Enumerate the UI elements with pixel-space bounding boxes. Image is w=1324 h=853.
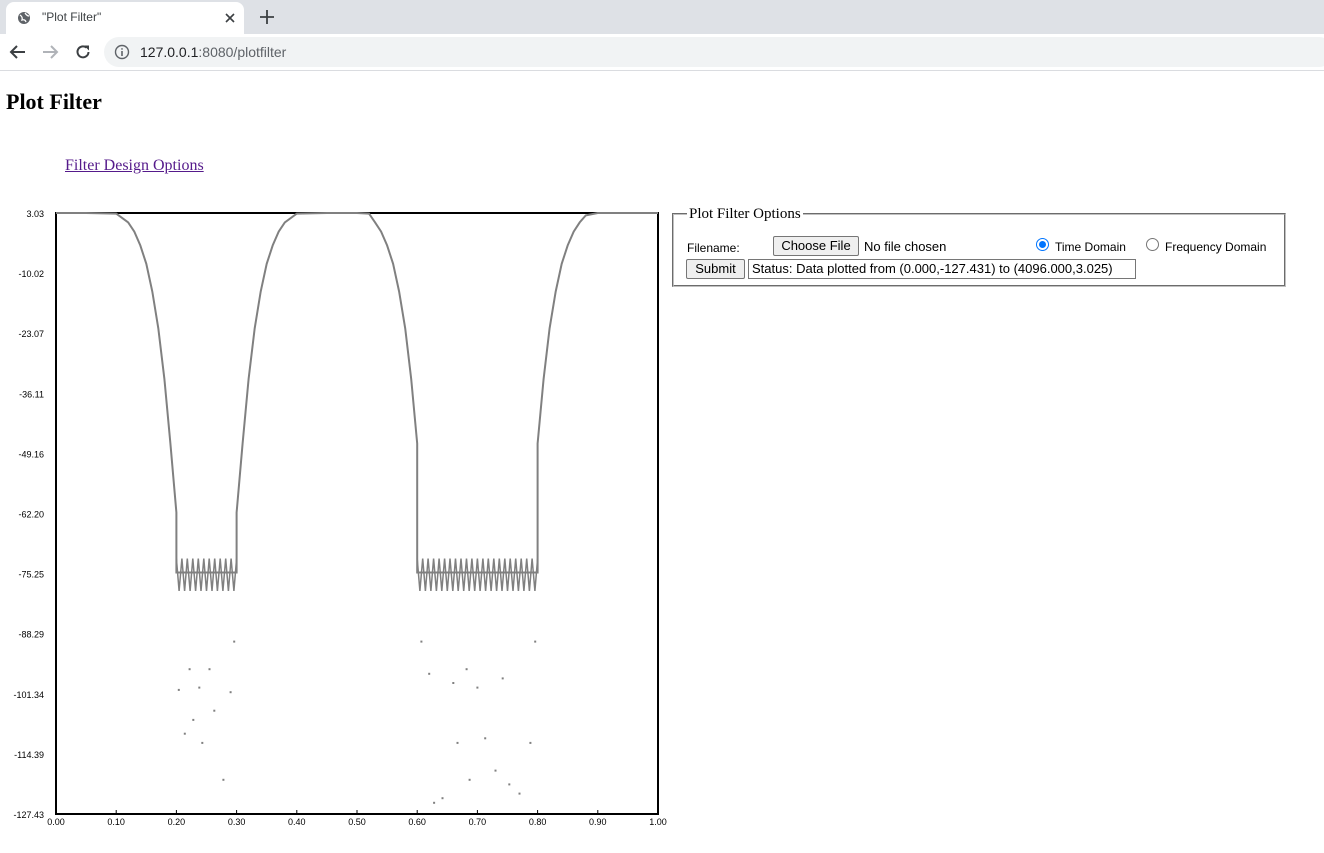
page-title: Plot Filter bbox=[6, 89, 102, 114]
stopband-point bbox=[177, 688, 180, 691]
no-file-text: No file chosen bbox=[864, 239, 947, 254]
browser-toolbar: 127.0.0.1:8080/plotfilter bbox=[0, 34, 1324, 71]
stopband-point bbox=[484, 737, 487, 740]
x-tick-label: 0.60 bbox=[408, 817, 426, 827]
stopband-point bbox=[201, 741, 204, 744]
new-tab-icon[interactable] bbox=[258, 8, 276, 26]
back-arrow-icon[interactable] bbox=[9, 43, 27, 61]
stopband-point bbox=[452, 682, 455, 684]
tab-strip: "Plot Filter" bbox=[0, 0, 1324, 34]
time-domain-label: Time Domain bbox=[1055, 240, 1126, 254]
stopband-point bbox=[508, 783, 511, 786]
filename-label: Filename: bbox=[687, 241, 740, 255]
stopband-point bbox=[468, 778, 471, 781]
url-path: :8080/plotfilter bbox=[198, 44, 287, 60]
y-tick-label: -127.43 bbox=[13, 810, 44, 820]
x-tick-label: 1.00 bbox=[649, 817, 667, 827]
stopband-point bbox=[465, 668, 468, 671]
stopband-point bbox=[229, 691, 232, 694]
stopband-point bbox=[433, 801, 436, 804]
frequency-domain-label: Frequency Domain bbox=[1165, 240, 1267, 254]
y-tick-label: -101.34 bbox=[13, 690, 44, 700]
stopband-point bbox=[233, 640, 236, 643]
x-tick-label: 0.90 bbox=[589, 817, 607, 827]
time-domain-radio[interactable] bbox=[1036, 238, 1049, 251]
stopband-point bbox=[198, 686, 201, 689]
globe-icon bbox=[18, 12, 30, 24]
stopband-point bbox=[518, 792, 521, 795]
address-bar[interactable]: 127.0.0.1:8080/plotfilter bbox=[104, 37, 1324, 67]
stopband-point bbox=[213, 709, 216, 712]
stopband-point bbox=[222, 778, 225, 781]
filter-plot: 3.03 -10.02 -23.07 -36.11 -49.16 -62.20 -75.25… bbox=[13, 209, 667, 827]
y-tick-label: -88.29 bbox=[18, 630, 44, 640]
y-tick-label: 3.03 bbox=[26, 209, 44, 219]
url-host: 127.0.0.1 bbox=[140, 44, 199, 60]
x-tick-label: 0.50 bbox=[348, 817, 366, 827]
stopband-point bbox=[534, 640, 537, 643]
stopband-point bbox=[494, 769, 497, 772]
x-tick-label: 0.30 bbox=[228, 817, 246, 827]
y-tick-label: -62.20 bbox=[18, 510, 44, 520]
status-field: Status: Data plotted from (0.000,-127.43… bbox=[748, 259, 1136, 279]
y-tick-label: -23.07 bbox=[18, 329, 44, 339]
frequency-domain-radio[interactable] bbox=[1146, 238, 1159, 251]
y-tick-label: -75.25 bbox=[18, 570, 44, 580]
reload-icon[interactable] bbox=[74, 43, 92, 61]
tab-title: "Plot Filter" bbox=[42, 10, 102, 24]
choose-file-button[interactable]: Choose File bbox=[773, 236, 859, 256]
stopband-point bbox=[420, 640, 423, 643]
close-tab-icon[interactable] bbox=[222, 10, 238, 26]
forward-arrow-icon[interactable] bbox=[41, 43, 59, 61]
stopband-point bbox=[501, 677, 504, 680]
options-legend: Plot Filter Options bbox=[687, 206, 803, 222]
info-icon[interactable] bbox=[114, 44, 130, 60]
submit-button[interactable]: Submit bbox=[686, 259, 745, 279]
y-tick-label: -114.39 bbox=[14, 750, 44, 760]
plot-frame bbox=[55, 212, 659, 815]
stopband-point bbox=[208, 668, 211, 671]
y-tick-label: -36.11 bbox=[19, 389, 44, 399]
stopband-point bbox=[476, 686, 479, 689]
url-text: 127.0.0.1:8080/plotfilter bbox=[140, 44, 286, 60]
stopband-point bbox=[183, 732, 186, 735]
stopband-point bbox=[428, 672, 431, 675]
stopband-point bbox=[529, 741, 532, 744]
stopband-point bbox=[192, 718, 195, 721]
x-tick-label: 0.20 bbox=[168, 817, 186, 827]
x-tick-label: 0.00 bbox=[47, 817, 65, 827]
filter-design-options-link[interactable]: Filter Design Options bbox=[65, 157, 204, 175]
x-tick-label: 0.70 bbox=[469, 817, 487, 827]
x-tick-label: 0.40 bbox=[288, 817, 306, 827]
x-tick-label: 0.10 bbox=[107, 817, 125, 827]
stopband-point bbox=[456, 741, 459, 744]
x-tick-label: 0.80 bbox=[529, 817, 547, 827]
browser-tab[interactable]: "Plot Filter" bbox=[6, 2, 244, 34]
y-tick-label: -49.16 bbox=[18, 449, 44, 459]
stopband-point bbox=[188, 668, 191, 671]
plot-filter-options: Plot Filter Options Filename: Choose Fil… bbox=[672, 206, 1286, 287]
stopband-point bbox=[441, 797, 444, 800]
y-tick-label: -10.02 bbox=[18, 269, 44, 279]
